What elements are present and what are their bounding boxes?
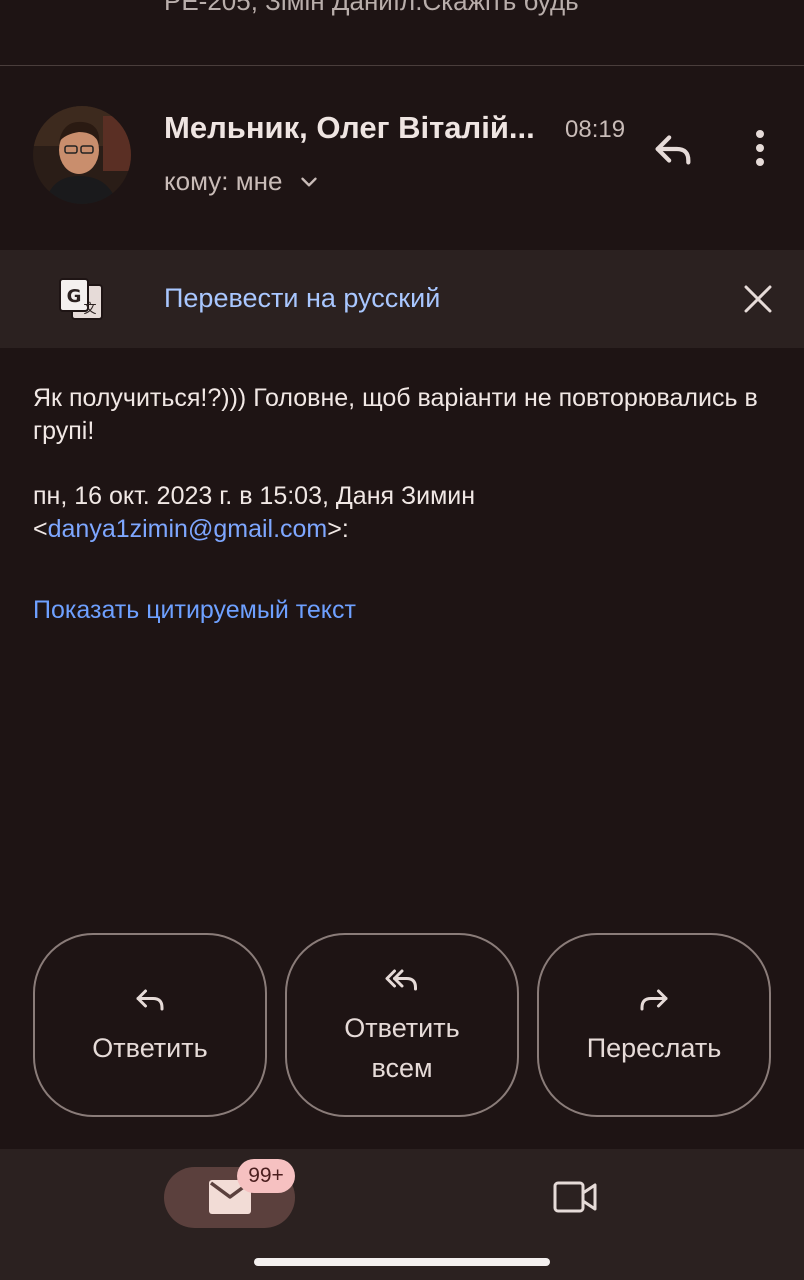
close-icon[interactable] [742,283,774,315]
message-body: Як получиться!?))) Головне, щоб варіанти… [33,382,773,578]
forward-button[interactable]: Переслать [537,933,771,1117]
quote-header: пн, 16 окт. 2023 г. в 15:03, Даня Зимин … [33,480,773,546]
divider [0,65,804,66]
sender-avatar[interactable] [33,106,131,204]
quote-email-link[interactable]: danya1zimin@gmail.com [48,515,328,543]
translate-link[interactable]: Перевести на русский [164,283,440,314]
unread-badge: 99+ [237,1159,295,1193]
svg-text:G: G [67,286,82,307]
previous-message-snippet[interactable]: РЕ-205, Зімін Даниїл.Скажіть будь [164,0,784,17]
message-text: Як получиться!?))) Головне, щоб варіанти… [33,384,758,445]
translate-bar: G 文 Перевести на русский [0,250,804,348]
reply-label: Ответить [92,1033,208,1063]
reply-icon [136,989,164,1011]
reply-button[interactable]: Ответить [33,933,267,1117]
sender-name[interactable]: Мельник, Олег Віталій... [164,110,544,146]
reply-all-label: Ответить всем [344,1013,460,1083]
forward-label: Переслать [586,1033,722,1063]
show-quoted-text-link[interactable]: Показать цитируемый текст [33,596,356,625]
forward-icon [640,989,668,1011]
home-indicator[interactable] [254,1258,550,1266]
reply-icon[interactable] [650,126,696,172]
email-screen: РЕ-205, Зімін Даниїл.Скажіть будь Мельни… [0,0,804,1280]
video-camera-icon[interactable] [552,1178,598,1216]
recipient-toggle[interactable]: кому: мне [164,166,322,197]
svg-text:文: 文 [83,302,96,317]
quote-header-suffix: >: [327,515,349,543]
reply-all-button[interactable]: Ответить всем [285,933,519,1117]
message-time: 08:19 [565,116,626,143]
translate-icon: G 文 [59,278,103,320]
more-vert-icon[interactable] [740,124,780,172]
recipient-label: кому: мне [164,166,283,196]
reply-all-icon [385,969,417,991]
chevron-down-icon [301,177,318,186]
